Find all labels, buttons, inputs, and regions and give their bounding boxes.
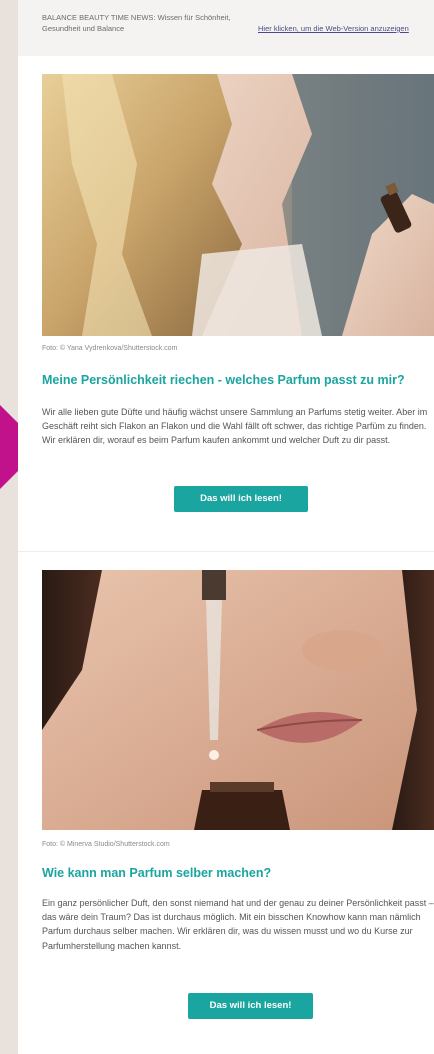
web-version-link[interactable]: Hier klicken, um die Web-Version anzuzei… (258, 24, 409, 33)
preheader-text: BALANCE BEAUTY TIME NEWS: Wissen für Sch… (42, 13, 231, 33)
article-1-image[interactable] (42, 74, 434, 336)
newsletter-email: BALANCE BEAUTY TIME NEWS: Wissen für Sch… (18, 0, 434, 1054)
article-1-body: Wir alle lieben gute Düfte und häufig wä… (42, 407, 428, 446)
article-2-read-button[interactable]: Das will ich lesen! (188, 993, 313, 1019)
article-2-image[interactable] (42, 570, 434, 830)
article-1-read-button[interactable]: Das will ich lesen! (174, 486, 308, 512)
article-1-headline[interactable]: Meine Persönlichkeit riechen - welches P… (42, 373, 405, 387)
article-2-body: Ein ganz persönlicher Duft, den sonst ni… (42, 898, 434, 951)
article-divider (18, 551, 434, 552)
perfume-spray-photo (42, 74, 434, 336)
article-2-photo-credit: Foto: © Minerva Studio/Shutterstock.com (42, 841, 170, 848)
perfume-dropper-photo (42, 570, 434, 830)
article-1-photo-credit: Foto: © Yana Vydrenkova/Shutterstock.com (42, 345, 178, 352)
preheader: BALANCE BEAUTY TIME NEWS: Wissen für Sch… (18, 0, 434, 56)
article-2-headline[interactable]: Wie kann man Parfum selber machen? (42, 866, 271, 880)
email-client-canvas: BALANCE BEAUTY TIME NEWS: Wissen für Sch… (0, 0, 434, 1054)
